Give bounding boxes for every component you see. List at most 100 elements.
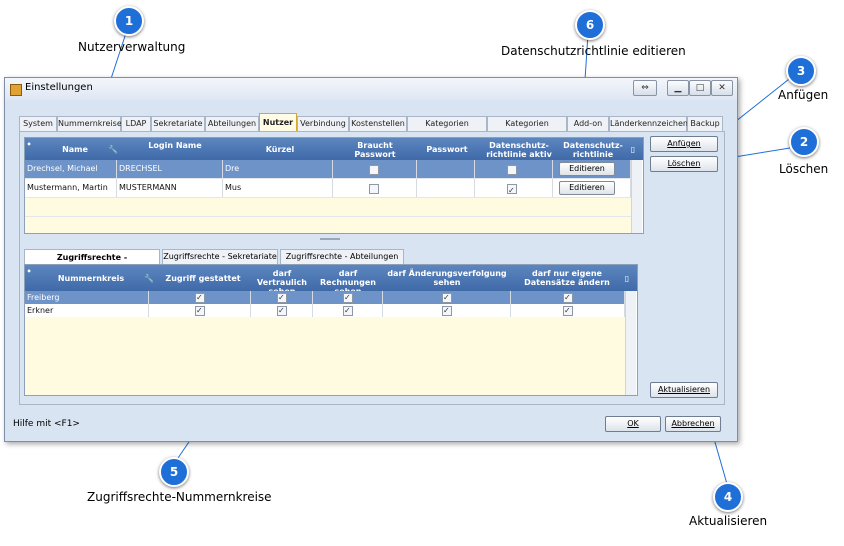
callout-badge-2: 2	[789, 127, 819, 157]
col-datenschutz: Datenschutz- richtlinie	[563, 141, 623, 159]
rights-cell	[251, 304, 313, 317]
tab-add-on[interactable]: Add-on	[567, 116, 609, 131]
tab-backup[interactable]: Backup	[687, 116, 723, 131]
rights-checkbox[interactable]	[442, 291, 452, 304]
rights-checkbox[interactable]	[277, 291, 287, 304]
empty-row	[25, 343, 625, 357]
col-datenschutz-aktiv: Datenschutz- richtlinie aktiv	[486, 141, 552, 159]
maximize-button[interactable]: □	[689, 80, 711, 96]
col-kuerzel: Kürzel	[265, 145, 295, 154]
empty-row	[25, 382, 625, 395]
callout-label-anfuegen: Anfügen	[778, 88, 829, 102]
settings-window: Einstellungen ⇔ ▁ □ ✕ System Nummernkrei…	[4, 77, 738, 442]
column-chooser-icon[interactable]: ▯	[621, 274, 633, 283]
col-login: Login Name	[148, 141, 202, 150]
users-grid-header: • Name 🔧 Login Name Kürzel Braucht Passw…	[25, 138, 643, 160]
tab-abteilungen[interactable]: Abteilungen	[205, 116, 259, 131]
wrench-icon: 🔧	[144, 274, 154, 283]
app-icon	[10, 84, 22, 96]
splitter-handle[interactable]	[320, 238, 340, 240]
tab-kostenstellen[interactable]: Kostenstellen	[349, 116, 407, 131]
rights-scrollbar[interactable]	[625, 291, 636, 395]
callout-badge-5: 5	[159, 457, 189, 487]
datenschutz-aktiv-checkbox[interactable]	[507, 182, 517, 197]
nummernkreis-name: Freiberg	[25, 291, 149, 304]
col-eigene-datensaetze: darf nur eigene Datensätze ändern	[524, 269, 610, 287]
braucht-passwort-checkbox[interactable]	[369, 165, 379, 175]
user-name: Drechsel, Michael	[25, 160, 117, 178]
close-button[interactable]: ✕	[711, 80, 733, 96]
help-text: Hilfe mit <F1>	[13, 419, 80, 429]
rights-cell	[251, 291, 313, 304]
tab-nutzer[interactable]: Nutzer	[259, 113, 297, 132]
window-title: Einstellungen	[25, 82, 93, 93]
cancel-button[interactable]: Abbrechen	[665, 416, 721, 432]
delete-button[interactable]: Löschen	[650, 156, 718, 172]
user-name: Mustermann, Martin	[25, 179, 117, 197]
add-button[interactable]: Anfügen	[650, 136, 718, 152]
title-bar: Einstellungen ⇔ ▁ □ ✕	[5, 78, 737, 100]
rights-cell	[511, 291, 625, 304]
minimize-button[interactable]: ▁	[667, 80, 689, 96]
rights-checkbox[interactable]	[563, 291, 573, 304]
rights-grid: • Nummernkreis 🔧 Zugriff gestattet darf …	[24, 264, 638, 396]
rights-cell	[313, 304, 383, 317]
subtab-sekretariate[interactable]: Zugriffsrechte - Sekretariate	[162, 249, 278, 264]
datenschutz-aktiv-checkbox[interactable]	[507, 165, 517, 175]
col-nummernkreis: Nummernkreis	[57, 274, 125, 283]
rights-row[interactable]: Freiberg	[25, 291, 625, 305]
tab-ldap[interactable]: LDAP	[121, 116, 151, 131]
subtab-abteilungen[interactable]: Zugriffsrechte - Abteilungen	[280, 249, 404, 264]
edit-privacy-button[interactable]: Editieren	[559, 162, 615, 176]
rights-checkbox[interactable]	[343, 291, 353, 304]
tab-system[interactable]: System	[19, 116, 57, 131]
users-scrollbar[interactable]	[631, 160, 642, 233]
rights-cell	[149, 291, 251, 304]
rights-checkbox[interactable]	[442, 304, 452, 317]
cell-braucht-passwort	[333, 179, 417, 197]
rights-checkbox[interactable]	[195, 291, 205, 304]
tab-kategorien-ausgang[interactable]: Kategorien Ausgang	[487, 116, 567, 142]
callout-label-nutzerverwaltung: Nutzerverwaltung	[78, 40, 186, 54]
tab-laenderkennzeichen[interactable]: Länderkennzeichen	[609, 116, 688, 131]
rights-checkbox[interactable]	[195, 304, 205, 317]
user-row[interactable]: Mustermann, Martin MUSTERMANN Mus Editie…	[25, 179, 631, 198]
braucht-passwort-checkbox[interactable]	[369, 184, 379, 194]
restore-size-icon[interactable]: ⇔	[633, 80, 657, 96]
callout-label-zugriffsrechte: Zugriffsrechte-Nummernkreise	[87, 490, 272, 504]
callout-badge-1: 1	[114, 6, 144, 36]
nutzer-panel: • Name 🔧 Login Name Kürzel Braucht Passw…	[19, 131, 725, 405]
tab-sekretariate[interactable]: Sekretariate	[151, 116, 205, 131]
col-passwort: Passwort	[426, 145, 468, 154]
cell-passwort	[417, 179, 475, 197]
main-tabs: System Nummernkreise LDAP Sekretariate A…	[19, 113, 723, 142]
callout-label-datenschutz: Datenschutzrichtlinie editieren	[501, 44, 686, 58]
rights-row[interactable]: Erkner	[25, 304, 625, 318]
column-chooser-icon[interactable]: ▯	[627, 145, 639, 154]
ok-button[interactable]: OK	[605, 416, 661, 432]
refresh-button[interactable]: Aktualisieren	[650, 382, 718, 398]
rights-checkbox[interactable]	[277, 304, 287, 317]
edit-privacy-button[interactable]: Editieren	[559, 181, 615, 195]
tab-verbindung[interactable]: Verbindung	[297, 116, 349, 131]
cell-datenschutz: Editieren	[553, 179, 631, 197]
tab-kategorien-eingang[interactable]: Kategorien Eingang	[407, 116, 487, 142]
callout-badge-3: 3	[786, 56, 816, 86]
rights-cell	[511, 304, 625, 317]
users-grid: • Name 🔧 Login Name Kürzel Braucht Passw…	[24, 137, 644, 234]
col-aenderungsverfolgung: darf Änderungsverfolgung sehen	[387, 269, 507, 287]
col-zugriff: Zugriff gestattet	[165, 274, 241, 283]
user-row[interactable]: Drechsel, Michael DRECHSEL Dre Editieren	[25, 160, 631, 179]
empty-row	[25, 317, 625, 331]
rights-checkbox[interactable]	[563, 304, 573, 317]
rights-grid-header: • Nummernkreis 🔧 Zugriff gestattet darf …	[25, 265, 637, 296]
user-kuerzel: Dre	[223, 160, 333, 178]
user-login: MUSTERMANN	[117, 179, 223, 197]
wrench-icon: 🔧	[108, 145, 118, 154]
tab-nummernkreise[interactable]: Nummernkreise	[57, 116, 122, 131]
col-name: Name	[62, 145, 88, 154]
empty-row	[25, 356, 625, 370]
callout-label-aktualisieren: Aktualisieren	[689, 514, 768, 528]
cell-passwort	[417, 160, 475, 178]
rights-checkbox[interactable]	[343, 304, 353, 317]
